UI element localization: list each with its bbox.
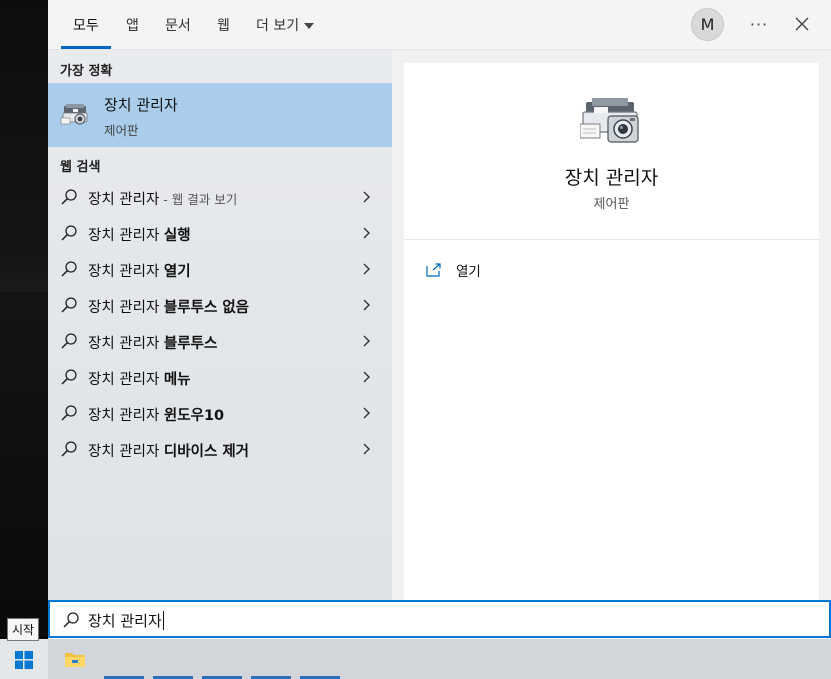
chevron-right-icon <box>363 299 370 311</box>
web-result-query: 장치 관리자 <box>88 408 164 424</box>
desktop-landscape <box>0 292 48 640</box>
close-icon <box>795 17 809 31</box>
search-icon <box>61 441 77 457</box>
results-list: 가장 정확 장치 관리자 제어판 웹 검색 장치 관리자 - 웹 결과 보기 장치… <box>48 50 392 600</box>
web-result-label: 장치 관리자 열기 <box>88 260 191 281</box>
web-result-label: 장치 관리자 윈도우10 <box>88 404 224 425</box>
open-action[interactable]: 열기 <box>426 259 481 281</box>
search-icon <box>61 189 77 205</box>
web-result-item[interactable]: 장치 관리자 실행 <box>48 215 392 251</box>
web-result-item[interactable]: 장치 관리자 윈도우10 <box>48 395 392 431</box>
chevron-right-icon <box>363 335 370 347</box>
open-action-label: 열기 <box>456 264 481 280</box>
web-result-query: 장치 관리자 <box>88 228 164 244</box>
device-manager-large-icon <box>580 98 639 143</box>
web-result-suggestion: 윈도우10 <box>163 408 225 424</box>
filter-tabs: 모두 앱 문서 웹 더 보기 M ··· <box>48 0 831 50</box>
close-button[interactable] <box>788 10 816 38</box>
web-result-suggestion: 디바이스 제거 <box>163 444 250 460</box>
text-cursor <box>162 611 164 630</box>
web-result-suggestion: 블루투스 <box>163 336 218 352</box>
web-result-query: 장치 관리자 <box>88 192 160 208</box>
chevron-right-icon <box>363 263 370 275</box>
chevron-down-icon <box>304 23 315 29</box>
best-match-heading: 가장 정확 <box>60 64 113 79</box>
web-result-suggestion: 메뉴 <box>163 372 191 388</box>
detail-pane: 장치 관리자 제어판 열기 <box>404 63 819 600</box>
web-search-heading: 웹 검색 <box>60 160 101 175</box>
web-result-item[interactable]: 장치 관리자 메뉴 <box>48 359 392 395</box>
start-button[interactable] <box>0 639 48 679</box>
tab-more-label: 더 보기 <box>256 18 300 34</box>
web-result-label: 장치 관리자 블루투스 <box>88 332 217 353</box>
web-result-query: 장치 관리자 <box>88 264 164 280</box>
search-icon <box>61 369 77 385</box>
search-icon <box>61 297 77 313</box>
best-match-item[interactable]: 장치 관리자 제어판 <box>48 83 392 147</box>
taskbar <box>0 639 831 679</box>
web-result-suggestion: 열기 <box>163 264 191 280</box>
tab-documents[interactable]: 문서 <box>165 15 191 35</box>
search-icon <box>61 261 77 277</box>
web-result-query: 장치 관리자 <box>88 372 164 388</box>
web-result-query: 장치 관리자 <box>88 336 164 352</box>
search-box[interactable]: 장치 관리자 <box>48 600 831 638</box>
chevron-right-icon <box>363 407 370 419</box>
device-manager-icon <box>60 104 88 125</box>
windows-logo-icon <box>15 651 33 669</box>
detail-divider <box>404 239 819 240</box>
account-avatar[interactable]: M <box>691 8 724 41</box>
folder-icon <box>65 653 85 667</box>
web-result-label: 장치 관리자 - 웹 결과 보기 <box>88 188 237 209</box>
web-result-label: 장치 관리자 블루투스 없음 <box>88 296 249 317</box>
chevron-right-icon <box>363 191 370 203</box>
tab-web[interactable]: 웹 <box>217 15 230 35</box>
tab-apps[interactable]: 앱 <box>126 15 139 35</box>
search-query: 장치 관리자 <box>88 612 162 630</box>
web-result-item[interactable]: 장치 관리자 블루투스 없음 <box>48 287 392 323</box>
file-explorer-button[interactable] <box>52 639 98 679</box>
web-result-item[interactable]: 장치 관리자 - 웹 결과 보기 <box>48 179 392 215</box>
web-result-item[interactable]: 장치 관리자 열기 <box>48 251 392 287</box>
search-icon <box>61 225 77 241</box>
web-result-suggestion: 실행 <box>163 228 191 244</box>
detail-title: 장치 관리자 <box>564 167 659 189</box>
best-match-subtitle: 제어판 <box>104 123 139 138</box>
chevron-right-icon <box>363 371 370 383</box>
more-options-button[interactable]: ··· <box>745 10 773 38</box>
best-match-title: 장치 관리자 <box>104 96 178 114</box>
search-icon <box>63 612 79 628</box>
web-result-hint: - 웹 결과 보기 <box>159 192 238 207</box>
web-result-label: 장치 관리자 메뉴 <box>88 368 191 389</box>
search-input[interactable]: 장치 관리자 <box>88 610 164 631</box>
open-icon <box>426 263 441 277</box>
search-icon <box>61 405 77 421</box>
web-result-query: 장치 관리자 <box>88 444 164 460</box>
active-tab-indicator <box>61 46 111 49</box>
web-result-query: 장치 관리자 <box>88 300 164 316</box>
chevron-right-icon <box>363 227 370 239</box>
chevron-right-icon <box>363 443 370 455</box>
web-result-item[interactable]: 장치 관리자 블루투스 <box>48 323 392 359</box>
tab-more[interactable]: 더 보기 <box>256 15 315 35</box>
web-result-label: 장치 관리자 실행 <box>88 224 191 245</box>
search-panel: 모두 앱 문서 웹 더 보기 M ··· 가장 정확 장치 관리자 제어판 웹 … <box>48 0 831 640</box>
web-result-label: 장치 관리자 디바이스 제거 <box>88 440 249 461</box>
web-result-suggestion: 블루투스 없음 <box>163 300 250 316</box>
web-result-item[interactable]: 장치 관리자 디바이스 제거 <box>48 431 392 467</box>
tab-all[interactable]: 모두 <box>73 15 99 35</box>
start-tooltip: 시작 <box>7 618 40 641</box>
detail-subtitle: 제어판 <box>593 197 630 212</box>
search-icon <box>61 333 77 349</box>
desktop-background <box>0 0 48 640</box>
